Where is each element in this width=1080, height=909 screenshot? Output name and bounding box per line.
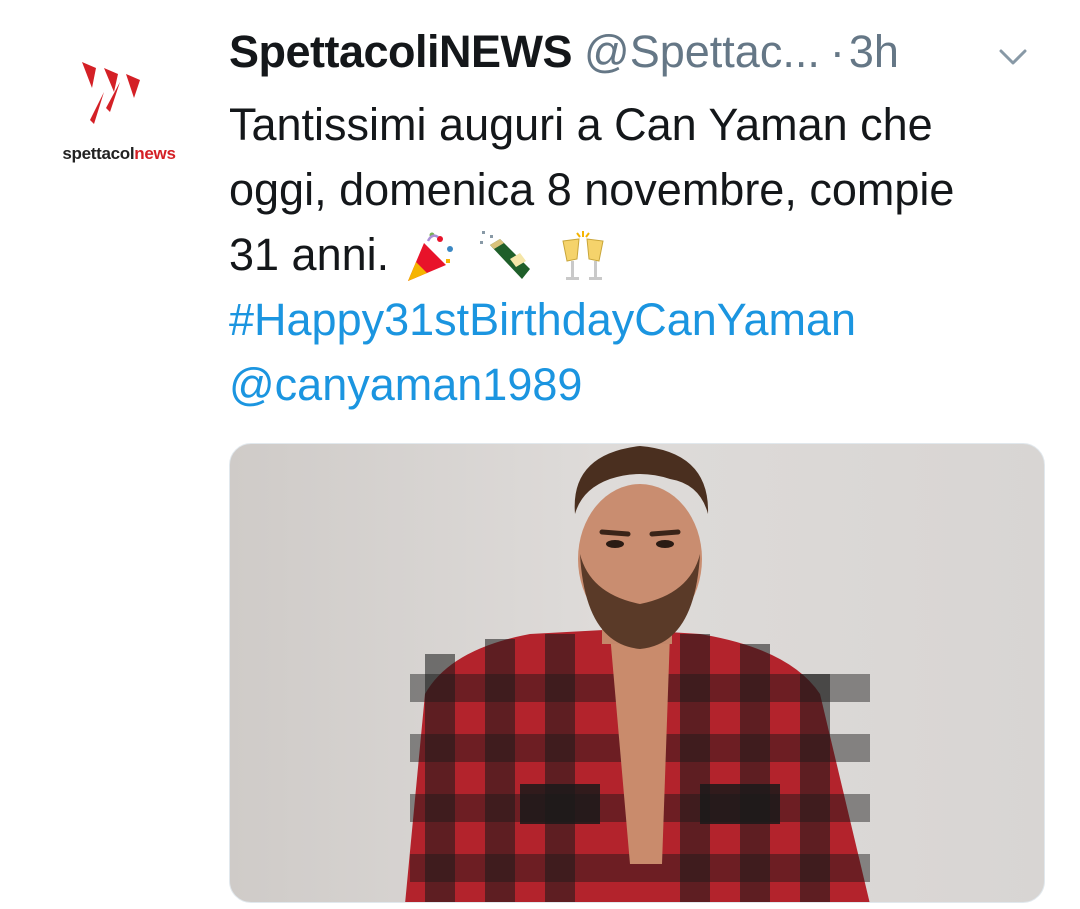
tweet-text-line: oggi, domenica 8 novembre, compie: [229, 164, 955, 215]
champagne-bottle-icon: [480, 231, 531, 280]
chevron-down-icon[interactable]: [996, 44, 1030, 70]
tweet-photo[interactable]: [229, 443, 1045, 903]
clinking-glasses-icon: [562, 231, 604, 281]
spettacolinews-logo-icon: [82, 62, 140, 124]
hashtag-link[interactable]: #Happy31stBirthdayCanYaman: [229, 287, 1069, 352]
display-name[interactable]: SpettacoliNEWS: [229, 26, 573, 77]
photo-illustration: [405, 446, 870, 902]
tweet-text: Tantissimi auguri a Can Yaman che oggi, …: [229, 92, 1069, 417]
avatar[interactable]: spettacolnews: [44, 54, 194, 174]
tweet: spettacolnews SpettacoliNEWS @Spettac... ·…: [0, 0, 1080, 909]
party-popper-icon: [407, 232, 453, 282]
tweet-text-line: Tantissimi auguri a Can Yaman che: [229, 99, 933, 150]
separator-dot: ·: [829, 26, 845, 77]
avatar-brand-text: spettacolnews: [62, 144, 176, 163]
mention-link[interactable]: @canyaman1989: [229, 352, 1069, 417]
tweet-header: SpettacoliNEWS @Spettac... ·3h: [229, 26, 1059, 90]
timestamp[interactable]: 3h: [849, 26, 899, 77]
tweet-text-line-content: 31 anni.: [229, 229, 390, 280]
tweet-text-line: 31 anni.: [229, 222, 1069, 287]
user-handle[interactable]: @Spettac...: [584, 26, 820, 77]
